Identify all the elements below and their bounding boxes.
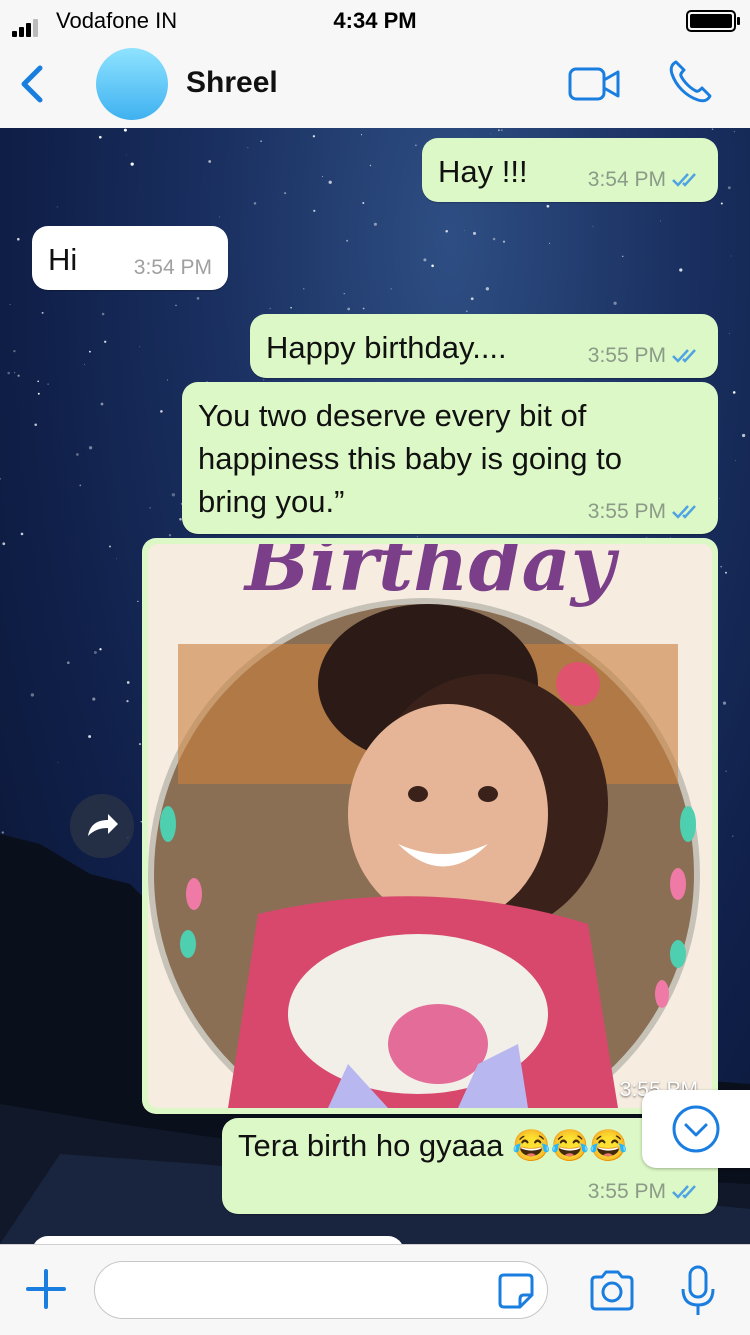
video-call-icon xyxy=(568,67,620,101)
scroll-to-bottom-button[interactable] xyxy=(642,1090,750,1168)
message-input-bar xyxy=(0,1244,750,1335)
phone-icon xyxy=(669,60,712,103)
back-button[interactable] xyxy=(14,60,54,108)
message-time: 3:54 PM xyxy=(133,256,212,279)
message-text: Hi xyxy=(48,242,78,277)
sticker-button[interactable] xyxy=(496,1271,536,1311)
scroll-down-icon xyxy=(672,1105,720,1153)
message-text: Happy birthday.... xyxy=(266,330,507,365)
battery-icon xyxy=(686,10,740,32)
attach-button[interactable] xyxy=(26,1269,66,1309)
message-line: You two deserve every bit of xyxy=(198,398,587,433)
message-text: Hay !!! xyxy=(438,154,528,189)
message-time: 3:55 PM xyxy=(588,344,702,368)
camera-button[interactable] xyxy=(588,1269,636,1311)
microphone-button[interactable] xyxy=(680,1265,716,1317)
double-check-icon xyxy=(672,1185,696,1199)
double-check-icon xyxy=(672,349,696,363)
message-time: 3:55 PM xyxy=(588,500,702,524)
message-bubble-incoming[interactable]: Hi 3:54 PM xyxy=(32,226,228,290)
message-text: You two deserve every bit of happiness t… xyxy=(198,394,622,523)
back-chevron-icon xyxy=(21,65,43,103)
birthday-photo[interactable]: Birthday xyxy=(148,544,712,1108)
birthday-card-art: Birthday xyxy=(148,544,712,1108)
avatar[interactable] xyxy=(96,48,168,120)
message-input[interactable] xyxy=(94,1261,548,1319)
message-line: bring you.” xyxy=(198,484,345,519)
sticker-icon xyxy=(498,1273,534,1309)
status-bar: Vodafone IN 4:34 PM xyxy=(0,0,750,40)
clock: 4:34 PM xyxy=(333,8,417,33)
video-call-button[interactable] xyxy=(568,66,622,102)
message-text: Tera birth ho gyaaa 😂😂😂 xyxy=(238,1128,628,1163)
message-time: 3:54 PM xyxy=(588,168,702,192)
double-check-icon xyxy=(672,173,696,187)
message-time: 3:55 PM xyxy=(588,1180,702,1204)
microphone-icon xyxy=(681,1265,715,1315)
message-line: happiness this baby is going to xyxy=(198,441,622,476)
image-message[interactable]: Birthday 3:55 PM xyxy=(142,538,718,1114)
plus-icon xyxy=(26,1269,66,1309)
contact-name[interactable]: Shreel xyxy=(186,66,278,100)
voice-call-button[interactable] xyxy=(666,58,714,106)
chat-header: Shreel xyxy=(0,40,750,129)
forward-icon xyxy=(88,814,118,836)
double-check-icon xyxy=(672,505,696,519)
camera-icon xyxy=(590,1270,634,1311)
message-bubble-outgoing[interactable]: You two deserve every bit of happiness t… xyxy=(182,382,718,534)
message-bubble-outgoing[interactable]: Hay !!! 3:54 PM xyxy=(422,138,718,202)
forward-button[interactable] xyxy=(70,794,134,858)
message-bubble-outgoing[interactable]: Happy birthday.... 3:55 PM xyxy=(250,314,718,378)
